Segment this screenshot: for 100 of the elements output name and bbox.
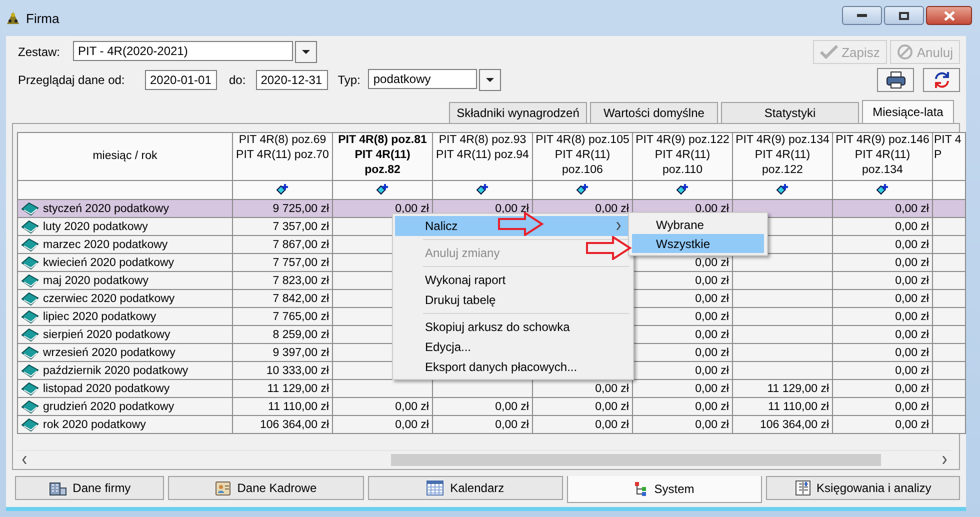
table-cell: 0,00 zł [695, 310, 729, 322]
building-icon [48, 480, 67, 496]
menu-item[interactable]: Edycja... [395, 337, 476, 357]
set-combobox[interactable]: PIT - 4R(2020-2021) [73, 41, 293, 61]
date-from-field[interactable]: 2020-01-01 [145, 70, 217, 90]
book-icon [21, 328, 39, 342]
table-cell: 0,00 zł [895, 328, 929, 340]
tab[interactable]: Statystyki [721, 102, 859, 123]
tab[interactable]: Dane firmy [15, 476, 164, 500]
row-label: grudzień 2020 podatkowy [43, 400, 174, 412]
table-cell: 106 364,00 zł [760, 418, 829, 430]
row-label: styczeń 2020 podatkowy [43, 202, 169, 214]
tab[interactable]: Księgowania i analizy [766, 476, 960, 500]
id-card-icon [215, 480, 232, 496]
cancel-icon [896, 44, 913, 60]
minimize-button[interactable] [842, 6, 882, 25]
table-row[interactable]: grudzień 2020 podatkowy 11 110,00 zł 0,00 zł 0,00 zł 0,00 zł 0,00 zł 11 110,00 zł 0,00 zł [18, 398, 966, 416]
diamond-plus-icon [676, 182, 690, 194]
table-cell: 0,00 zł [695, 364, 729, 376]
caret-icon [486, 78, 494, 82]
print-button[interactable] [877, 68, 914, 92]
diamond-plus-icon [876, 182, 890, 194]
menu-item[interactable]: Drukuj tabelę [395, 290, 500, 310]
table-cell: 0,00 zł [895, 400, 929, 412]
tab[interactable]: Składniki wynagrodzeń [449, 102, 587, 123]
row-label: październik 2020 podatkowy [43, 364, 188, 376]
table-cell: 0,00 zł [895, 346, 929, 358]
table-cell: 8 259,00 zł [272, 328, 329, 340]
column-header[interactable]: PIT 4R(9) poz.134 PIT 4R(11) poz.122 [732, 132, 832, 180]
table-cell: 7 823,00 zł [272, 274, 329, 286]
row-label: lipiec 2020 podatkowy [43, 310, 156, 322]
tab[interactable]: Dane Kadrowe [168, 476, 364, 500]
type-combobox[interactable]: podatkowy [368, 69, 478, 89]
tab[interactable]: System [566, 476, 762, 503]
table-cell: 0,00 zł [595, 202, 629, 214]
table-cell: 0,00 zł [595, 418, 629, 430]
book-icon [21, 292, 39, 306]
menu-item[interactable]: Wykonaj raport [395, 270, 510, 290]
book-icon [21, 418, 39, 432]
book-icon [21, 310, 39, 324]
table-cell: 0,00 zł [395, 400, 429, 412]
check-icon [820, 45, 838, 59]
menu-item[interactable]: Nalicz [395, 216, 631, 236]
row-label: luty 2020 podatkowy [43, 220, 148, 232]
date-to-field[interactable]: 2020-12-31 [256, 70, 328, 90]
tab[interactable]: Miesiące-lata [862, 100, 954, 123]
table-cell: 0,00 zł [695, 346, 729, 358]
annotation-arrow [498, 212, 544, 236]
row-label: sierpień 2020 podatkowy [43, 328, 170, 340]
table-cell: 0,00 zł [495, 418, 529, 430]
refresh-icon [932, 71, 950, 89]
close-button[interactable] [926, 6, 972, 25]
table-cell: 11 110,00 zł [768, 400, 829, 412]
table-cell: 0,00 zł [495, 400, 529, 412]
book-icon [21, 220, 39, 234]
table-cell: 0,00 zł [595, 382, 629, 394]
tab[interactable]: Kalendarz [368, 476, 563, 500]
date-to-label: do: [229, 73, 246, 87]
column-header[interactable]: PIT 4R(8) poz.69 PIT 4R(11) poz.70 [232, 132, 332, 180]
date-from-label: Przeglądaj dane od: [18, 73, 126, 87]
dropdown-button[interactable] [295, 41, 317, 63]
table-cell: 9 397,00 zł [272, 346, 329, 358]
column-header[interactable]: PIT 4R(8) poz.93 PIT 4R(11) poz.94 [432, 132, 532, 180]
column-header[interactable]: PIT 4R(8) poz.81 PIT 4R(11) poz.82 [332, 132, 432, 180]
table-cell: 0,00 zł [895, 292, 929, 304]
scroll-left-icon [22, 456, 26, 464]
minimize-icon [857, 14, 867, 18]
table-cell: 0,00 zł [895, 382, 929, 394]
column-header[interactable]: PIT 4R(9) poz.122 PIT 4R(11) poz.110 [632, 132, 732, 180]
diamond-plus-icon [476, 182, 490, 194]
dropdown-button[interactable] [479, 69, 502, 91]
caret-icon [302, 50, 310, 54]
table-cell: 0,00 zł [895, 256, 929, 268]
book-icon [21, 256, 39, 270]
table-cell: 11 129,00 zł [767, 382, 829, 394]
row-label: marzec 2020 podatkowy [43, 238, 168, 250]
column-header[interactable]: PIT 4 P [932, 132, 966, 180]
table-cell: 7 765,00 zł [272, 310, 329, 322]
type-label: Typ: [338, 73, 360, 87]
tab[interactable]: Wartości domyślne [590, 102, 718, 123]
refresh-button[interactable] [923, 68, 960, 92]
book-icon [21, 202, 39, 216]
maximize-icon [899, 12, 909, 20]
column-header[interactable]: PIT 4R(9) poz.146 PIT 4R(11) poz.134 [832, 132, 932, 180]
table-cell: 10 333,00 zł [266, 364, 329, 376]
close-icon [944, 10, 954, 20]
column-header[interactable]: miesiąc / rok [18, 132, 232, 180]
table-cell: 0,00 zł [595, 400, 629, 412]
maximize-button[interactable] [884, 6, 924, 25]
table-cell: 0,00 zł [395, 202, 429, 214]
menu-item[interactable]: Wybrane [632, 215, 764, 234]
horizontal-scrollbar[interactable] [17, 450, 951, 469]
table-cell: 0,00 zł [695, 292, 729, 304]
menu-item[interactable]: Wszystkie [632, 234, 764, 253]
table-cell: 11 110,00 zł [268, 400, 329, 412]
scrollbar-thumb[interactable] [391, 454, 881, 466]
table-row[interactable]: rok 2020 podatkowy 106 364,00 zł 0,00 zł 0,00 zł 0,00 zł 0,00 zł 106 364,00 zł 0,00 zł [18, 416, 966, 434]
column-header[interactable]: PIT 4R(8) poz.105 PIT 4R(11) poz.106 [532, 132, 632, 180]
table-cell: 0,00 zł [895, 418, 929, 430]
printer-icon [886, 71, 906, 89]
